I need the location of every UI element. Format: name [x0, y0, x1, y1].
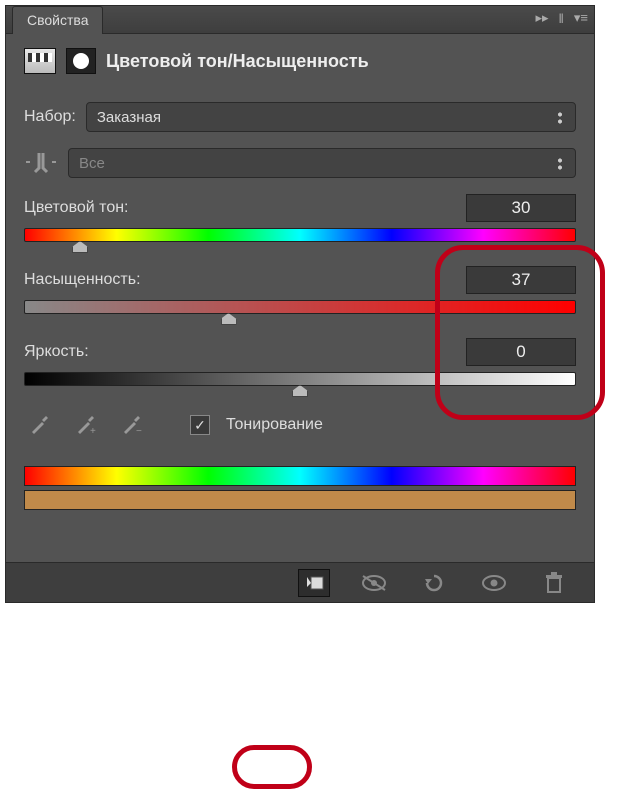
view-previous-state-icon[interactable]	[358, 569, 390, 597]
sat-label: Насыщенность:	[24, 271, 141, 289]
targeted-adjustment-icon[interactable]	[24, 146, 58, 180]
panel-menu-icon[interactable]: ▾≡	[574, 10, 588, 26]
divider-icon: ‖	[559, 11, 564, 26]
clip-to-layer-button[interactable]	[298, 569, 330, 597]
reset-icon[interactable]	[418, 569, 450, 597]
output-color-bar	[24, 490, 576, 510]
eyedropper-plus-icon[interactable]: +	[70, 410, 100, 440]
input-color-bar	[24, 466, 576, 486]
adjustment-icon[interactable]	[24, 48, 56, 74]
annotation-highlight	[232, 745, 312, 789]
layer-mask-icon[interactable]	[66, 48, 96, 74]
preset-value: Заказная	[97, 109, 161, 126]
light-slider[interactable]	[24, 372, 576, 386]
panel-title: Цветовой тон/Насыщенность	[106, 51, 369, 72]
visibility-icon[interactable]	[478, 569, 510, 597]
color-range-select[interactable]: Все	[68, 148, 576, 178]
range-value: Все	[79, 155, 105, 172]
tab-properties[interactable]: Свойства	[12, 6, 103, 34]
preset-label: Набор:	[24, 108, 76, 126]
sat-input[interactable]	[466, 266, 576, 294]
hue-input[interactable]	[466, 194, 576, 222]
light-label: Яркость:	[24, 343, 89, 361]
eyedropper-minus-icon[interactable]: −	[116, 410, 146, 440]
sat-slider-thumb[interactable]	[221, 313, 237, 325]
hue-slider[interactable]	[24, 228, 576, 242]
preset-select[interactable]: Заказная	[86, 102, 576, 132]
panel-footer	[6, 562, 594, 602]
eyedropper-icon[interactable]	[24, 410, 54, 440]
properties-panel: Свойства ▸▸ ‖ ▾≡ Цветовой тон/Насыщеннос…	[5, 5, 595, 603]
light-input[interactable]	[466, 338, 576, 366]
trash-icon[interactable]	[538, 569, 570, 597]
collapse-icon[interactable]: ▸▸	[535, 10, 548, 26]
colorize-label: Тонирование	[226, 416, 323, 434]
light-slider-thumb[interactable]	[292, 385, 308, 397]
sat-slider[interactable]	[24, 300, 576, 314]
colorize-checkbox[interactable]: ✓	[190, 415, 210, 435]
svg-text:+: +	[90, 426, 96, 436]
hue-label: Цветовой тон:	[24, 199, 129, 217]
hue-slider-thumb[interactable]	[72, 241, 88, 253]
svg-text:−: −	[136, 426, 142, 436]
tabbar: Свойства ▸▸ ‖ ▾≡	[6, 6, 594, 34]
